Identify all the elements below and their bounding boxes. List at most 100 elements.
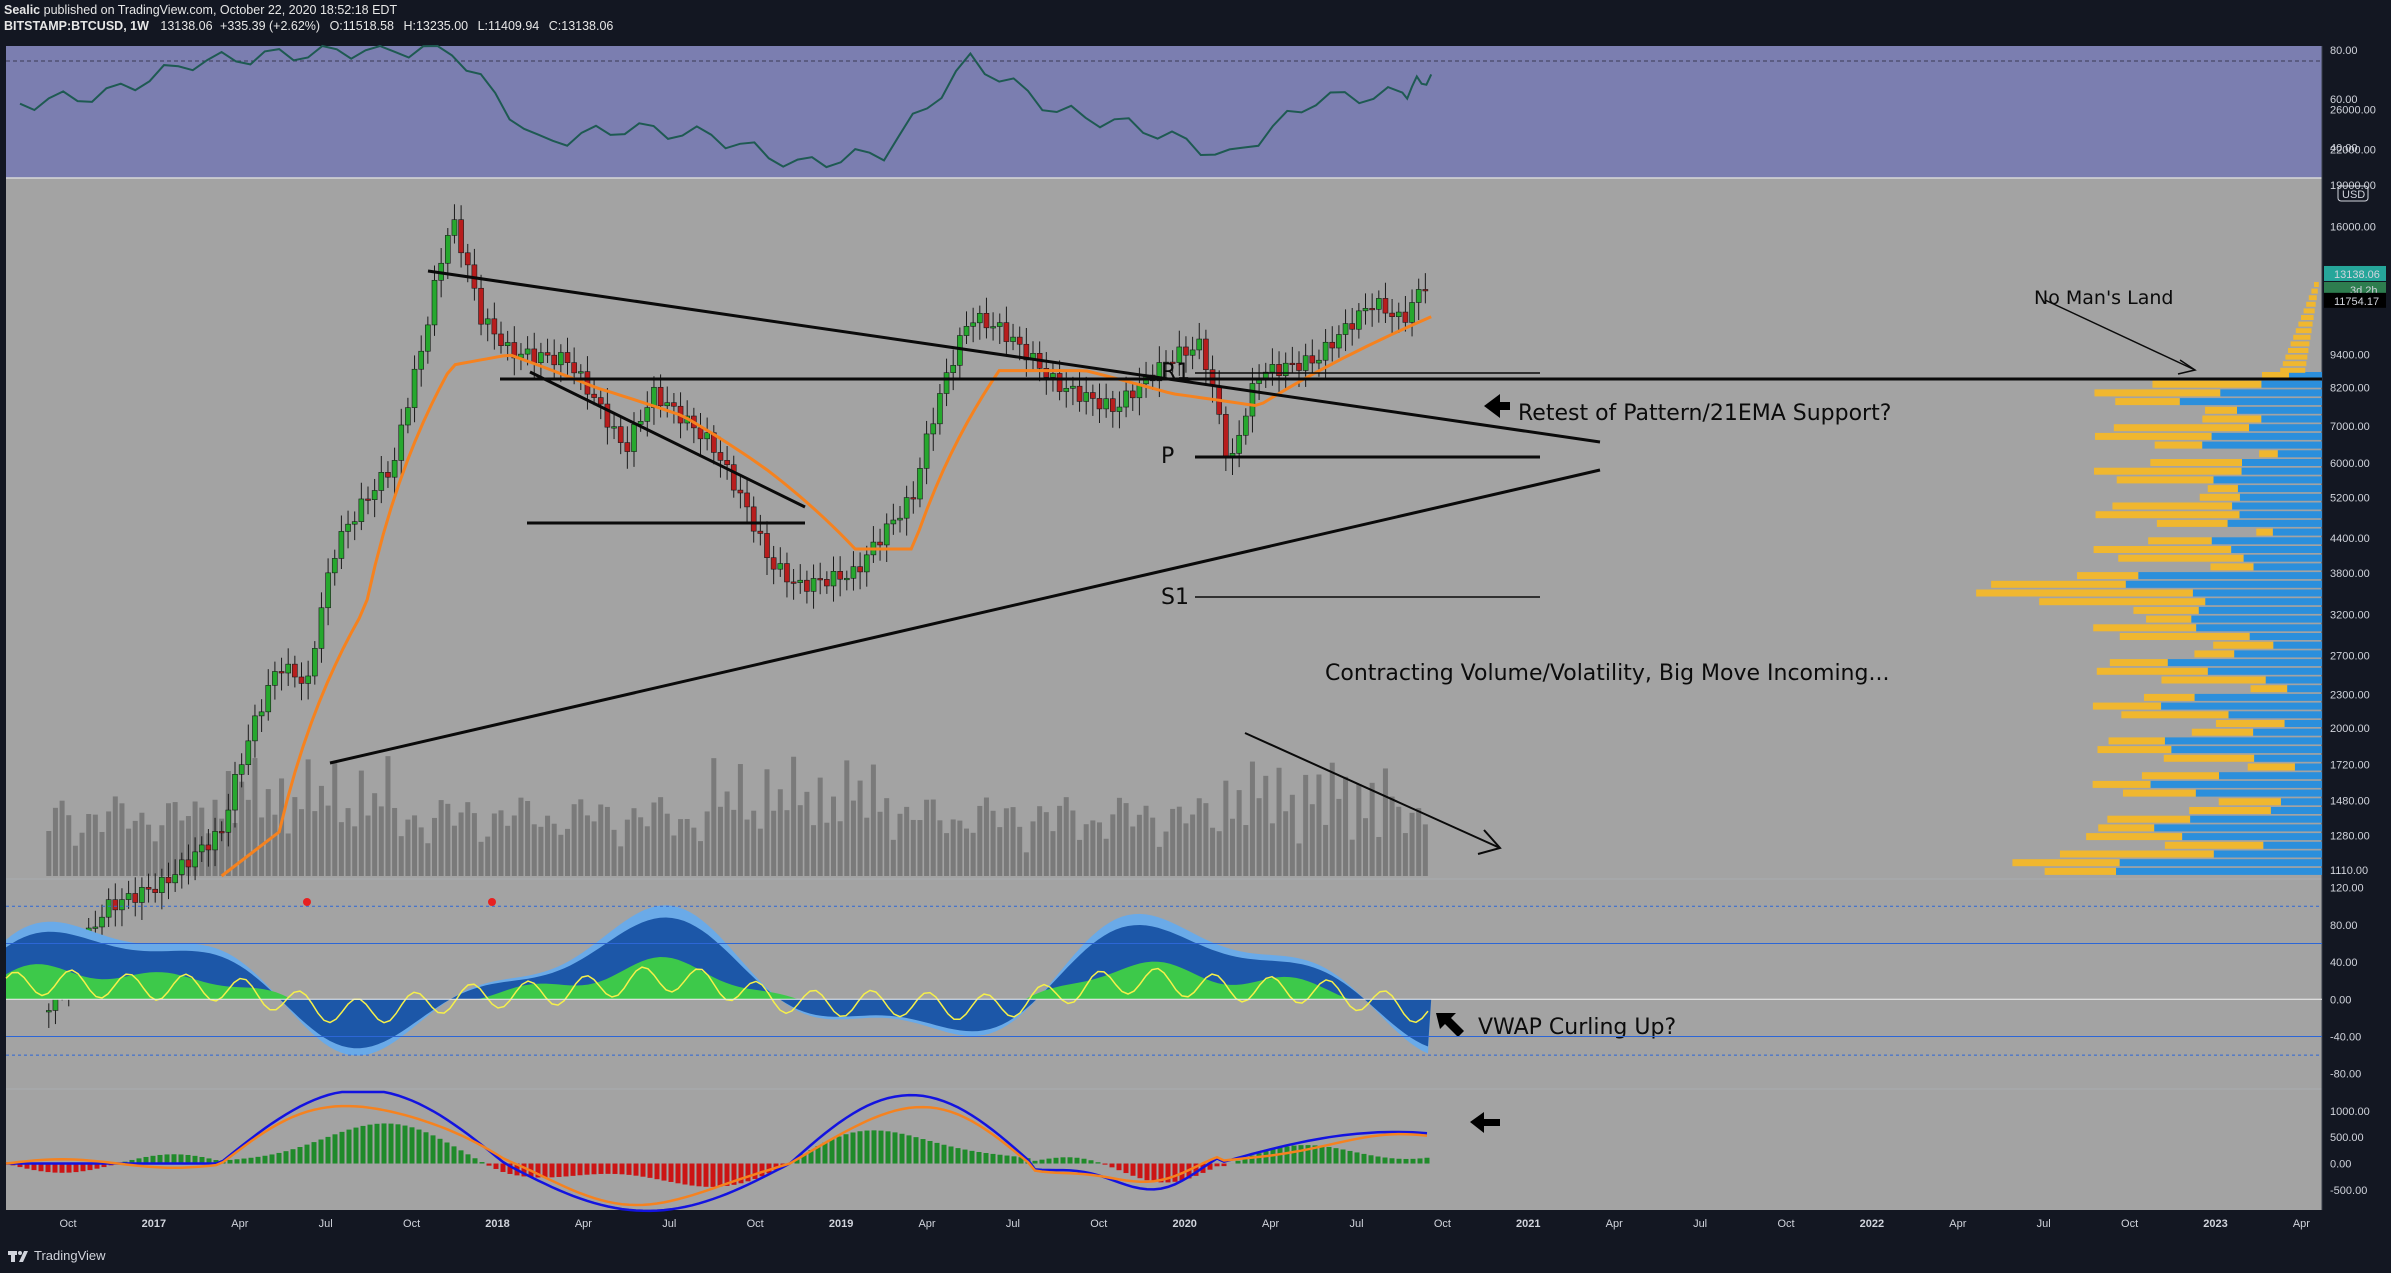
candle-body — [1336, 334, 1342, 349]
macd-histogram-bar — [1067, 1157, 1073, 1164]
candle-body — [1123, 390, 1129, 408]
volume-bar — [744, 819, 750, 876]
candle-body — [425, 324, 431, 352]
volume-profile-bar — [2164, 841, 2264, 849]
candle-body — [1183, 346, 1189, 356]
volume-profile-bar — [2284, 720, 2322, 727]
volume-profile-bar — [2094, 389, 2221, 397]
volume-bar — [505, 825, 511, 876]
time-tick-label: Jul — [662, 1218, 676, 1230]
volume-profile-bar — [2179, 398, 2322, 406]
volume-bar — [1190, 814, 1196, 876]
macd-histogram-bar — [262, 1155, 268, 1164]
candle-body — [311, 648, 318, 677]
candle-body — [983, 312, 990, 329]
volume-bar — [358, 770, 364, 876]
volume-profile-bar — [2256, 528, 2273, 536]
volume-profile-bar — [2210, 563, 2254, 571]
volume-bar — [1329, 762, 1335, 876]
macd-histogram-bar — [990, 1153, 996, 1164]
volume-profile-bar — [2215, 720, 2285, 727]
volume-bar — [864, 817, 870, 876]
price-pane — [6, 178, 2322, 878]
volume-bar — [1236, 790, 1242, 876]
volume-bar — [1017, 826, 1023, 876]
price-tick-label: 9400.00 — [2330, 350, 2370, 362]
macd-histogram-bar — [570, 1163, 576, 1176]
volume-bar — [831, 796, 836, 876]
volume-bar — [757, 828, 763, 876]
volume-bar — [1150, 817, 1156, 876]
volume-profile-bar — [2118, 554, 2244, 562]
volume-profile-bar — [2194, 650, 2235, 658]
volume-profile-bar — [2125, 580, 2322, 588]
candle-body — [976, 312, 983, 324]
macd-histogram-bar — [304, 1144, 310, 1164]
macd-histogram-bar — [878, 1130, 884, 1164]
macd-histogram-bar — [1382, 1157, 1388, 1164]
time-tick-label: Oct — [1090, 1218, 1107, 1230]
macd-histogram-bar — [829, 1139, 835, 1164]
macd-histogram-bar — [290, 1149, 296, 1164]
macd-histogram-bar — [157, 1154, 163, 1164]
volume-profile-bar — [2261, 415, 2322, 423]
candle-body — [657, 386, 664, 407]
volume-bar — [970, 832, 976, 876]
macd-histogram-bar — [626, 1163, 632, 1175]
candle-body — [764, 533, 770, 558]
volume-bar — [565, 828, 570, 876]
candle-body — [644, 407, 651, 422]
candle-body — [903, 497, 910, 519]
volume-bar — [578, 799, 584, 876]
volume-profile-bar — [2108, 737, 2165, 745]
candle-body — [1376, 298, 1382, 310]
volume-bar — [897, 813, 903, 876]
footer-brand[interactable]: TradingView — [34, 1248, 106, 1263]
candle-body — [464, 252, 471, 266]
time-axis[interactable]: Oct 2017 Apr Jul Oct 2018 Apr Jul Oct 2019 Apr Jul O… — [59, 1218, 2310, 1230]
candle-body — [770, 557, 777, 570]
candle-body — [890, 519, 897, 525]
volume-profile-bar — [2086, 833, 2183, 841]
volume-profile-bar — [2298, 321, 2313, 327]
candle-body — [458, 219, 464, 254]
price-tick-label: 6000.00 — [2330, 458, 2370, 470]
macd-histogram-bar — [836, 1136, 842, 1164]
candle-body — [1269, 364, 1276, 373]
volume-profile-bar — [2301, 315, 2314, 320]
volume-bar — [1043, 812, 1049, 876]
volume-bar — [112, 796, 118, 876]
volume-bar — [671, 835, 677, 876]
candle-body — [245, 740, 252, 766]
time-tick-label: Oct — [747, 1218, 764, 1230]
wave-tick-label: 0.00 — [2330, 994, 2351, 1006]
candle-body — [119, 899, 125, 911]
candle-body — [484, 318, 491, 325]
candle-body — [750, 506, 757, 532]
macd-histogram-bar — [703, 1163, 709, 1187]
price-tick-label: 1480.00 — [2330, 796, 2370, 808]
chart-canvas[interactable]: R1 P S1 No Man's Land Retest of Pattern/… — [0, 0, 2391, 1240]
volume-bar — [285, 833, 291, 876]
macd-histogram-bar — [962, 1149, 968, 1164]
volume-profile-bar — [2306, 301, 2316, 307]
time-tick-label: 2021 — [1516, 1218, 1540, 1230]
rsi-tick-label: 80.00 — [2330, 45, 2358, 57]
candle-body — [1356, 310, 1362, 330]
volume-profile-bar — [1991, 580, 2126, 588]
price-axis[interactable]: 80.0060.0040.0026000.0022000.0019000.001… — [2324, 45, 2386, 1197]
volume-bar — [644, 826, 650, 876]
price-tick-label: 3800.00 — [2330, 568, 2370, 580]
macd-histogram-bar — [388, 1123, 394, 1164]
volume-profile-bar — [2247, 763, 2295, 771]
volume-bar — [1003, 808, 1009, 876]
volume-profile-bar — [2202, 415, 2262, 423]
macd-histogram-bar — [647, 1163, 653, 1178]
volume-profile-bar — [2077, 572, 2139, 580]
volume-bar — [877, 811, 883, 876]
volume-profile-bar — [2285, 354, 2308, 360]
volume-bar — [272, 814, 278, 876]
candle-body — [132, 893, 139, 903]
volume-bar — [1030, 821, 1036, 876]
macd-histogram-bar — [318, 1139, 324, 1164]
